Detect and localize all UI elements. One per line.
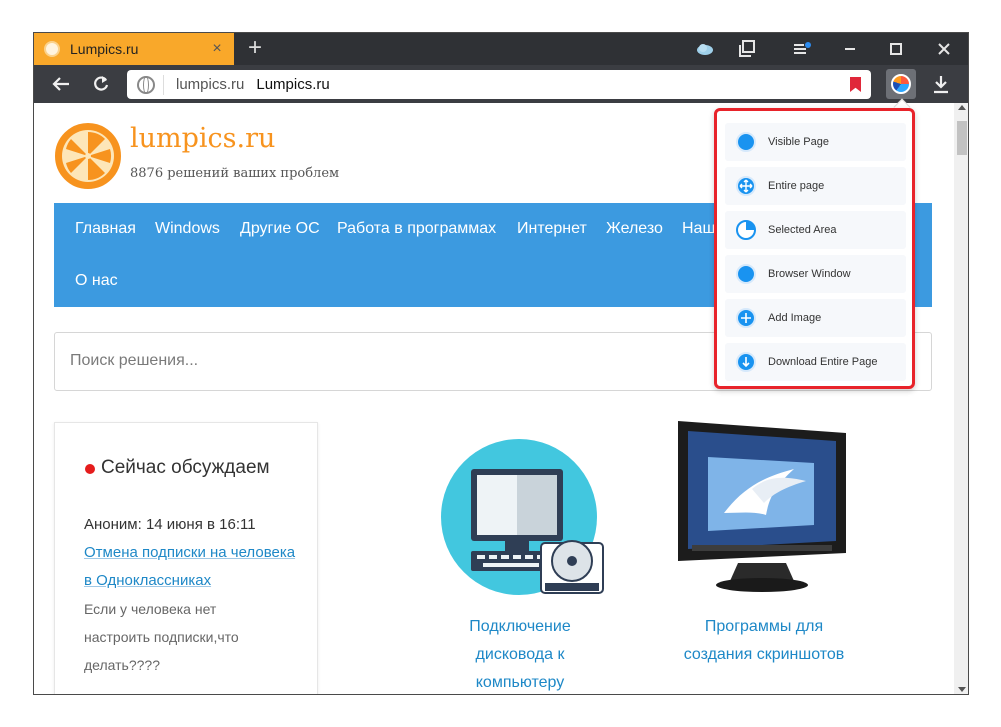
- vertical-scrollbar[interactable]: [954, 103, 968, 694]
- live-dot-icon: [85, 464, 95, 474]
- scroll-up-arrow-icon[interactable]: [958, 105, 966, 110]
- menu-icon[interactable]: [782, 33, 822, 65]
- circle-icon: [736, 132, 756, 152]
- nav-item-internet[interactable]: Интернет: [517, 220, 587, 238]
- discussion-card: Сейчас обсуждаем Аноним: 14 июня в 16:11…: [54, 422, 318, 694]
- discussion-title: Сейчас обсуждаем: [101, 457, 270, 478]
- menu-item-label: Download Entire Page: [768, 356, 878, 368]
- nav-item-windows[interactable]: Windows: [155, 220, 220, 238]
- menu-item-browser-window[interactable]: Browser Window: [725, 255, 906, 293]
- crop-icon: [736, 220, 756, 240]
- weather-cloud-icon[interactable]: [685, 33, 725, 65]
- address-bar[interactable]: lumpics.ru Lumpics.ru: [127, 70, 871, 99]
- move-arrows-icon: [736, 176, 756, 196]
- reload-icon[interactable]: [86, 70, 116, 98]
- scroll-down-arrow-icon[interactable]: [958, 687, 966, 692]
- browser-window: Lumpics.ru × + lumpics.ru Lumpics.ru lum…: [33, 32, 969, 695]
- download-icon[interactable]: [926, 70, 956, 98]
- address-divider: [163, 74, 164, 95]
- toolbar: lumpics.ru Lumpics.ru: [34, 65, 968, 103]
- plus-icon: [736, 308, 756, 328]
- back-icon[interactable]: [46, 70, 76, 98]
- orange-favicon-icon: [44, 41, 60, 57]
- orange-logo-icon[interactable]: [55, 123, 121, 189]
- close-tab-button[interactable]: ×: [206, 40, 228, 58]
- menu-item-add-image[interactable]: Add Image: [725, 299, 906, 337]
- menu-item-selected-area[interactable]: Selected Area: [725, 211, 906, 249]
- comment-link-line2[interactable]: в Одноклассниках: [84, 572, 211, 589]
- minimize-icon[interactable]: [830, 33, 870, 65]
- article-title-disk[interactable]: Подключение дисковода к компьютеру: [448, 613, 592, 694]
- menu-item-label: Add Image: [768, 312, 822, 324]
- menu-item-entire-page[interactable]: Entire page: [725, 167, 906, 205]
- comment-text-line1: Если у человека нет: [84, 601, 217, 617]
- bookmark-icon[interactable]: [850, 77, 861, 92]
- nav-item-home[interactable]: Главная: [75, 220, 136, 238]
- menu-item-visible-page[interactable]: Visible Page: [725, 123, 906, 161]
- comment-text-line2: настроить подписки,что: [84, 629, 239, 645]
- nav-item-about[interactable]: О нас: [75, 272, 118, 290]
- address-domain: lumpics.ru: [176, 76, 245, 93]
- menu-item-label: Entire page: [768, 180, 825, 192]
- globe-icon: [137, 75, 155, 94]
- comment-meta: Аноним: 14 июня в 16:11: [84, 516, 256, 533]
- new-tab-button[interactable]: +: [242, 36, 268, 62]
- article-disk-line3[interactable]: компьютеру: [448, 669, 592, 694]
- menu-item-download-entire-page[interactable]: Download Entire Page: [725, 343, 906, 381]
- article-screenshots-line2[interactable]: создания скриншотов: [666, 641, 862, 669]
- article-disk-line2[interactable]: дисковода к: [448, 641, 592, 669]
- monitor-screenshot-image[interactable]: [674, 417, 852, 597]
- menu-item-label: Selected Area: [768, 224, 837, 236]
- tab-bar: Lumpics.ru × +: [34, 33, 968, 65]
- search-input[interactable]: [70, 352, 570, 370]
- close-window-icon[interactable]: [924, 33, 964, 65]
- tab-title: Lumpics.ru: [70, 41, 139, 57]
- download-arrow-icon: [736, 352, 756, 372]
- comment-text-line3: делать????: [84, 657, 160, 673]
- collections-icon[interactable]: [727, 33, 767, 65]
- menu-item-label: Browser Window: [768, 268, 851, 280]
- extension-logo-icon: [891, 74, 911, 94]
- maximize-icon[interactable]: [876, 33, 916, 65]
- scroll-thumb[interactable]: [957, 121, 967, 155]
- nav-item-ours[interactable]: Наш: [682, 220, 715, 238]
- window-icon: [736, 264, 756, 284]
- article-title-screenshots[interactable]: Программы для создания скриншотов: [666, 613, 862, 669]
- menu-item-label: Visible Page: [768, 136, 829, 148]
- address-page-title: Lumpics.ru: [256, 76, 330, 93]
- comment-link-line1[interactable]: Отмена подписки на человека: [84, 544, 295, 561]
- screenshot-extension-button[interactable]: [886, 69, 916, 99]
- tab-lumpics[interactable]: Lumpics.ru ×: [34, 33, 234, 65]
- article-screenshots-line1[interactable]: Программы для: [666, 613, 862, 641]
- screenshot-extension-menu: Visible Page Entire page Selected Area B…: [714, 108, 915, 389]
- nav-item-other-os[interactable]: Другие ОС: [240, 220, 320, 238]
- article-disk-line1[interactable]: Подключение: [448, 613, 592, 641]
- site-name[interactable]: lumpics.ru: [130, 123, 275, 154]
- nav-item-programs[interactable]: Работа в программах: [337, 220, 496, 238]
- site-tagline: 8876 решений ваших проблем: [130, 166, 340, 181]
- nav-item-hardware[interactable]: Железо: [606, 220, 663, 238]
- disk-drive-image[interactable]: [441, 429, 611, 609]
